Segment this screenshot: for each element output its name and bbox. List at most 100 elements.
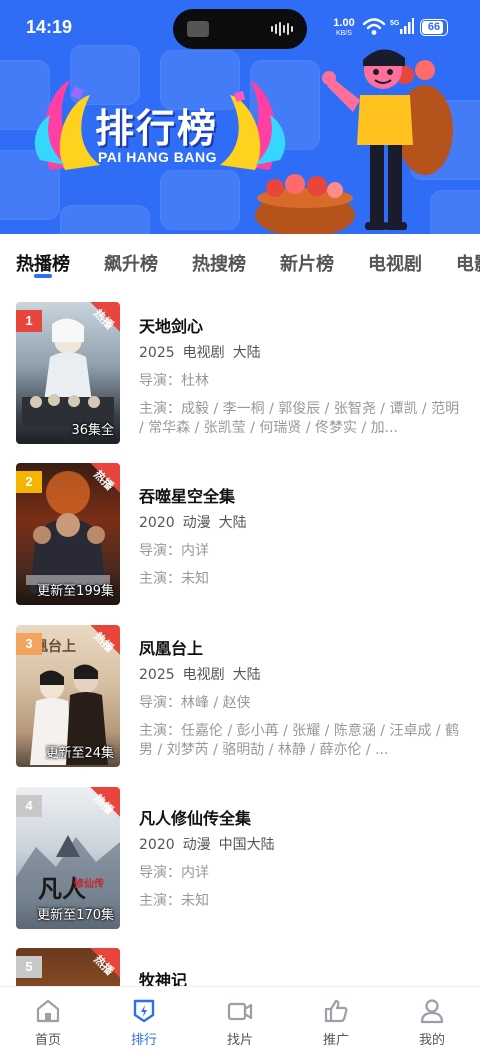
ranking-icon — [133, 999, 155, 1023]
item-director: 导演：内详 — [139, 543, 209, 559]
rank-badge: 5 — [16, 956, 42, 978]
poster-image[interactable]: 凤凰台上 3 热播 更新至24集 — [16, 625, 120, 767]
nav-home[interactable]: 首页 — [18, 997, 78, 1048]
hot-badge: 热播 — [78, 302, 120, 344]
tab-active-indicator — [34, 274, 52, 278]
nav-label: 找片 — [226, 1033, 253, 1048]
svg-text:修仙传: 修仙传 — [73, 877, 104, 890]
poster-image[interactable]: 1 热播 36集全 — [16, 302, 120, 444]
wifi-icon — [362, 18, 386, 35]
nav-label: 推广 — [322, 1033, 349, 1048]
thumbs-up-icon — [324, 999, 348, 1023]
item-year: 2020 — [139, 837, 175, 853]
hot-badge: 热播 — [78, 463, 120, 505]
item-year: 2025 — [139, 667, 175, 683]
item-title[interactable]: 牧神记 — [139, 970, 464, 986]
battery-level: 66 — [427, 21, 441, 33]
item-cast: 主演：成毅 / 李一桐 / 郭俊辰 / 张智尧 / 谭凯 / 范明 / 常华森 … — [139, 401, 460, 436]
banner-title: 排行榜 — [95, 107, 219, 152]
item-director: 导演：林峰 / 赵侠 — [139, 695, 251, 711]
network-speed-unit: KB/S — [336, 30, 352, 37]
list-item[interactable]: 凡人 修仙传 4 热播 更新至170集 凡人修仙传全集 2020 动漫 中国大陆 导… — [0, 787, 480, 937]
item-region: 中国大陆 — [218, 837, 275, 853]
item-region: 大陆 — [218, 515, 247, 531]
item-title[interactable]: 凡人修仙传全集 — [139, 808, 464, 830]
item-genre: 动漫 — [182, 837, 211, 853]
hot-badge: 热播 — [78, 625, 120, 667]
banner-subtitle: PAI HANG BANG — [98, 149, 218, 165]
mascot-illustration — [255, 49, 453, 234]
item-region: 大陆 — [232, 345, 261, 361]
rank-badge: 4 — [16, 795, 42, 817]
status-time: 14:19 — [26, 17, 73, 37]
network-speed-value: 1.00 — [333, 17, 355, 29]
item-cast: 主演：未知 — [139, 571, 209, 587]
user-icon — [420, 999, 444, 1024]
ranking-list: 1 热播 36集全 天地剑心 2025 电视剧 大陆 导演：杜林 主演：成毅 / 李… — [0, 286, 480, 986]
signal-label: 5G — [390, 20, 400, 27]
dynamic-island — [173, 9, 307, 49]
nav-label: 排行 — [130, 1033, 157, 1048]
tab-movie[interactable]: 电影 — [456, 250, 480, 276]
status-bar: 14:19 1.00 KB/S 5G 66 — [0, 0, 480, 56]
list-item[interactable]: 5 热播 牧神记 — [0, 948, 480, 986]
ranking-tabs: 热播榜 飙升榜 热搜榜 新片榜 电视剧 电影 — [0, 234, 480, 286]
item-meta: 牧神记 — [139, 970, 464, 986]
item-meta: 凤凰台上 2025 电视剧 大陆 导演：林峰 / 赵侠 主演：任嘉伦 / 彭小苒 /… — [139, 638, 464, 760]
item-cast: 主演：未知 — [139, 893, 209, 909]
item-genre: 电视剧 — [182, 345, 225, 361]
item-meta: 吞噬星空全集 2020 动漫 大陆 导演：内详 主演：未知 — [139, 486, 464, 589]
poster-image[interactable]: 2 热播 更新至199集 — [16, 463, 120, 605]
home-icon — [36, 999, 60, 1023]
audio-wave-icon — [271, 22, 293, 36]
episode-status: 36集全 — [71, 423, 114, 438]
tab-tv-series[interactable]: 电视剧 — [368, 250, 422, 276]
item-director: 导演：杜林 — [139, 373, 209, 389]
tab-new[interactable]: 新片榜 — [280, 250, 334, 276]
episode-status: 更新至170集 — [37, 908, 114, 923]
tab-rising[interactable]: 飙升榜 — [104, 250, 158, 276]
hot-badge: 热播 — [78, 948, 120, 986]
rank-badge: 1 — [16, 310, 42, 332]
nav-label: 首页 — [34, 1033, 61, 1048]
item-year: 2020 — [139, 515, 175, 531]
nav-promote[interactable]: 推广 — [306, 997, 366, 1048]
tab-hot-play[interactable]: 热播榜 — [16, 250, 70, 276]
item-title[interactable]: 天地剑心 — [139, 316, 464, 338]
rank-badge: 2 — [16, 471, 42, 493]
nav-find-video[interactable]: 找片 — [210, 997, 270, 1048]
item-region: 大陆 — [232, 667, 261, 683]
nav-ranking[interactable]: 排行 — [114, 997, 174, 1048]
bottom-navigation: 首页 排行 找片 推广 我的 — [0, 986, 480, 1056]
list-item[interactable]: 2 热播 更新至199集 吞噬星空全集 2020 动漫 大陆 导演：内详 主演：未知 — [0, 463, 480, 613]
item-cast: 主演：任嘉伦 / 彭小苒 / 张耀 / 陈意涵 / 汪卓成 / 鹤男 / 刘梦芮… — [139, 723, 460, 758]
item-info: 2020 动漫 大陆 — [139, 514, 464, 532]
item-director: 导演：内详 — [139, 865, 209, 881]
cellular-signal-icon: 5G — [390, 18, 414, 40]
banner-bg-tile — [60, 205, 150, 234]
item-title[interactable]: 凤凰台上 — [139, 638, 464, 660]
episode-status: 更新至199集 — [37, 584, 114, 599]
media-thumbnail-icon — [187, 21, 209, 37]
nav-label: 我的 — [418, 1033, 445, 1048]
rank-badge: 3 — [16, 633, 42, 655]
tab-hot-search[interactable]: 热搜榜 — [192, 250, 246, 276]
item-meta: 天地剑心 2025 电视剧 大陆 导演：杜林 主演：成毅 / 李一桐 / 郭俊辰 /… — [139, 316, 464, 438]
network-speed: 1.00 KB/S — [331, 17, 357, 38]
item-meta: 凡人修仙传全集 2020 动漫 中国大陆 导演：内详 主演：未知 — [139, 808, 464, 911]
item-info: 2025 电视剧 大陆 — [139, 344, 464, 362]
list-item[interactable]: 凤凰台上 3 热播 更新至24集 凤凰台上 2025 电视剧 大陆 导演：林峰 / … — [0, 625, 480, 775]
battery-icon: 66 — [420, 19, 448, 36]
item-year: 2025 — [139, 345, 175, 361]
item-genre: 动漫 — [182, 515, 211, 531]
nav-profile[interactable]: 我的 — [402, 997, 462, 1048]
poster-image[interactable]: 凡人 修仙传 4 热播 更新至170集 — [16, 787, 120, 929]
list-item[interactable]: 1 热播 36集全 天地剑心 2025 电视剧 大陆 导演：杜林 主演：成毅 / 李… — [0, 302, 480, 452]
video-camera-icon — [227, 1002, 253, 1021]
episode-status: 更新至24集 — [45, 746, 114, 761]
hot-badge: 热播 — [78, 787, 120, 829]
item-info: 2020 动漫 中国大陆 — [139, 836, 464, 854]
item-title[interactable]: 吞噬星空全集 — [139, 486, 464, 508]
poster-image[interactable]: 5 热播 — [16, 948, 120, 986]
item-info: 2025 电视剧 大陆 — [139, 666, 464, 684]
